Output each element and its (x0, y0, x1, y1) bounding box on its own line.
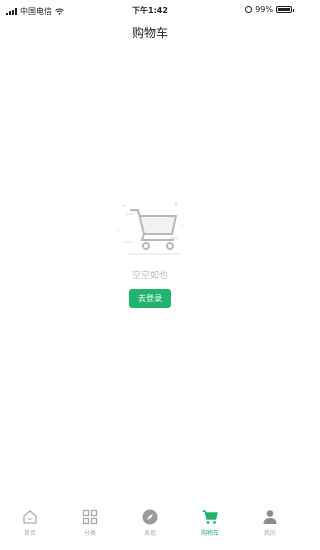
tab-home-label: 首页 (23, 530, 36, 537)
login-button[interactable]: 去登录 (129, 289, 171, 308)
rotation-lock-icon (245, 6, 253, 13)
home-icon (23, 510, 37, 524)
tab-cart-label: 购物车 (200, 530, 219, 537)
tab-category-label: 分类 (83, 530, 96, 537)
tab-category[interactable]: 分类 (60, 508, 120, 537)
tab-bar: 首页 分类 发现 购物车 我的 (0, 502, 300, 550)
person-icon (263, 510, 277, 524)
tab-mine[interactable]: 我的 (240, 508, 300, 537)
tab-cart[interactable]: 购物车 (180, 508, 240, 537)
tab-mine-label: 我的 (263, 530, 276, 537)
status-bar: 中国电信 下午1:42 99% (0, 0, 300, 22)
battery-percent: 99% (255, 5, 273, 14)
grid-icon (82, 509, 98, 525)
page-title: 购物车 (131, 26, 168, 40)
status-right: 99% (245, 5, 294, 14)
battery-icon (276, 6, 294, 13)
tab-discover-label: 发现 (143, 530, 156, 537)
empty-state: 空空如也 去登录 (0, 196, 300, 308)
cart-icon (202, 510, 218, 524)
battery-fill (278, 8, 290, 11)
compass-icon (142, 509, 158, 525)
tab-discover[interactable]: 发现 (120, 508, 180, 537)
empty-cart-icon (117, 202, 183, 255)
tab-home[interactable]: 首页 (0, 508, 60, 537)
empty-message: 空空如也 (131, 271, 168, 281)
